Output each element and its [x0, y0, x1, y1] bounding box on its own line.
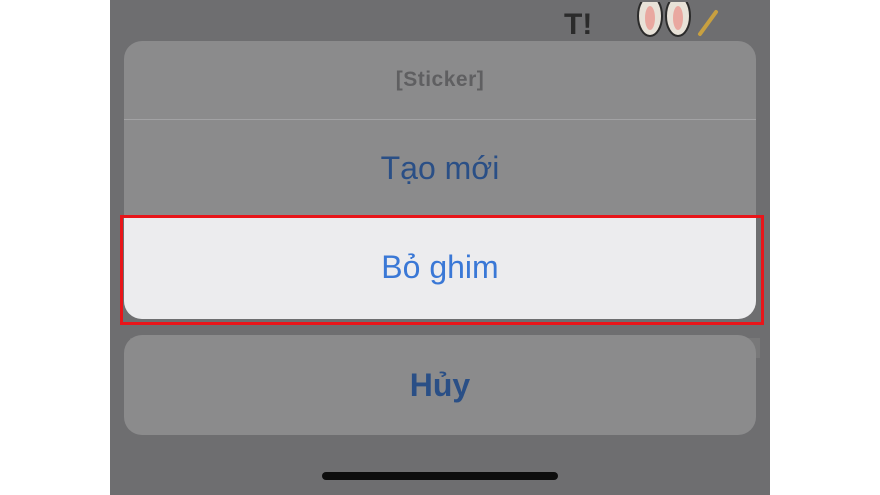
svg-text:T!: T!: [564, 8, 592, 41]
phone-screen: T! [Sticker] Tạo mới Bỏ ghim Hủy: [110, 0, 770, 495]
rabbit-sticker-icon: T!: [564, 2, 718, 41]
unpin-button[interactable]: Bỏ ghim: [124, 216, 756, 319]
home-indicator[interactable]: [322, 472, 558, 480]
action-sheet: [Sticker] Tạo mới Bỏ ghim: [124, 41, 756, 319]
cancel-button[interactable]: Hủy: [124, 335, 756, 435]
create-new-button[interactable]: Tạo mới: [124, 120, 756, 216]
action-sheet-title: [Sticker]: [395, 68, 485, 91]
